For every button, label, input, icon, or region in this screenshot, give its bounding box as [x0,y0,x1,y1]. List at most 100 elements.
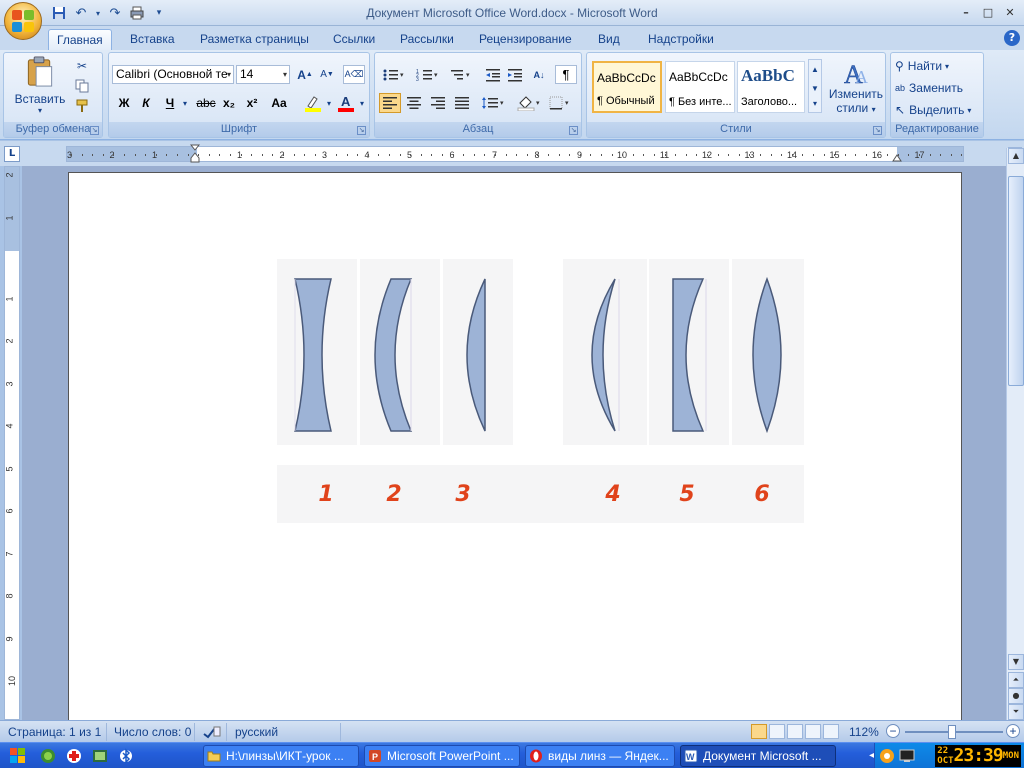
font-name-combo[interactable]: Calibri (Основной те ▾ [112,65,234,84]
vertical-scrollbar[interactable]: ▲ ▼ ⏶ ● ⏷ [1006,148,1024,720]
font-size-combo[interactable]: 14 ▾ [236,65,290,84]
quicklaunch-red-cross-icon[interactable] [66,748,82,764]
font-launcher-icon[interactable]: ↘ [357,126,366,135]
grow-font-button[interactable]: A ▲ [295,65,315,84]
style-normal[interactable]: AaBbCcDc ¶ Обычный [592,61,662,113]
close-button[interactable]: ✕ [1000,3,1020,21]
show-marks-icon[interactable]: ¶ [555,65,577,84]
increase-indent-icon[interactable] [505,65,525,84]
bold-button[interactable]: Ж [114,93,134,113]
next-page-button[interactable]: ⏷ [1008,704,1024,720]
clear-format-icon[interactable]: A⌫ [343,65,365,84]
select-browse-object-button[interactable]: ● [1008,688,1024,704]
help-icon[interactable]: ? [1004,30,1020,46]
zoom-out-button[interactable]: − [886,724,900,738]
print-layout-view-button[interactable] [751,724,767,739]
style-no-spacing[interactable]: AaBbCcDc ¶ Без инте... [665,61,735,113]
tray-opera-icon[interactable] [879,748,895,764]
zoom-in-button[interactable]: + [1006,724,1020,738]
taskbar-item-folder[interactable]: H:\линзы\ИКТ-урок ... [203,745,359,767]
tab-insert[interactable]: Вставка [122,29,183,50]
superscript-button[interactable]: x² [242,93,262,113]
highlight-dropdown-icon[interactable]: ▾ [325,93,333,113]
scroll-thumb[interactable] [1008,176,1024,386]
start-button[interactable] [0,743,36,768]
italic-button[interactable]: К [136,93,156,113]
replace-button[interactable]: ab Заменить [895,79,981,97]
clipboard-launcher-icon[interactable]: ↘ [90,126,99,135]
styles-launcher-icon[interactable]: ↘ [873,126,882,135]
format-painter-icon[interactable] [72,97,92,115]
maximize-button[interactable]: □ [978,3,998,21]
scroll-up-button[interactable]: ▲ [1008,148,1024,164]
taskbar-item-powerpoint[interactable]: P Microsoft PowerPoint ... [364,745,520,767]
cut-icon[interactable]: ✂ [72,57,92,75]
borders-button[interactable]: ▾ [547,93,577,113]
shading-button[interactable]: ▾ [515,93,545,113]
tab-review[interactable]: Рецензирование [471,29,580,50]
tab-home[interactable]: Главная [48,29,112,50]
word-count-status[interactable]: Число слов: 0 [114,725,191,739]
proofing-icon[interactable] [202,725,222,742]
tab-mailings[interactable]: Рассылки [392,29,462,50]
highlight-button[interactable] [302,93,324,113]
indent-marker[interactable] [189,143,201,165]
quicklaunch-app-icon[interactable] [92,748,108,764]
minimize-button[interactable]: – [956,3,976,21]
change-case-button[interactable]: Aa [267,93,291,113]
web-layout-view-button[interactable] [787,724,803,739]
zoom-slider-knob[interactable] [948,725,956,739]
paragraph-launcher-icon[interactable]: ↘ [569,126,578,135]
justify-button[interactable] [451,93,473,113]
vertical-ruler[interactable]: 211234567891011 [4,166,20,720]
change-styles-button[interactable]: AA Изменить стили ▾ [827,57,885,117]
quicklaunch-bluetooth-icon[interactable] [118,748,134,764]
office-button[interactable] [4,2,42,40]
tray-monitor-icon[interactable] [899,748,915,764]
numbering-button[interactable]: 1 2 3 ▾ [413,65,443,84]
styles-scroll-down-icon[interactable]: ▼ [811,84,819,93]
select-button[interactable]: ↖ Выделить ▾ [895,101,981,119]
tab-selector-button[interactable]: L [4,146,20,162]
bullets-button[interactable]: ▾ [379,65,409,84]
sort-icon[interactable]: A↓ [529,65,549,84]
clock[interactable]: 22 OCT23:39MON [935,745,1021,767]
styles-scroll[interactable]: ▲ ▼ ▾ [808,59,822,113]
document-area[interactable] [22,166,1006,720]
strikethrough-button[interactable]: abc [195,93,217,113]
tab-view[interactable]: Вид [590,29,628,50]
font-color-button[interactable]: A [335,93,357,113]
align-right-button[interactable] [427,93,449,113]
previous-page-button[interactable]: ⏶ [1008,672,1024,688]
find-button[interactable]: ⚲ Найти ▾ [895,57,981,75]
copy-icon[interactable] [72,77,92,95]
align-center-button[interactable] [403,93,425,113]
full-screen-reading-view-button[interactable] [769,724,785,739]
underline-button[interactable]: Ч [160,93,180,113]
draft-view-button[interactable] [823,724,839,739]
style-heading[interactable]: AaBbC Заголово... [737,61,805,113]
page-count-status[interactable]: Страница: 1 из 1 [8,725,101,739]
shrink-font-button[interactable]: A ▼ [317,65,337,84]
tab-addins[interactable]: Надстройки [640,29,722,50]
right-indent-marker[interactable] [892,153,902,163]
underline-dropdown-icon[interactable]: ▾ [180,93,190,113]
outline-view-button[interactable] [805,724,821,739]
align-left-button[interactable] [379,93,401,113]
document-page[interactable] [68,172,962,720]
language-status[interactable]: русский [235,725,278,739]
styles-scroll-up-icon[interactable]: ▲ [811,65,819,74]
taskbar-item-opera[interactable]: виды линз — Яндек... [525,745,675,767]
tab-page-layout[interactable]: Разметка страницы [192,29,317,50]
horizontal-ruler[interactable]: 3211234567891011121314151617 [66,146,964,162]
font-color-dropdown-icon[interactable]: ▾ [358,93,366,113]
line-spacing-button[interactable]: ▾ [479,93,509,113]
scroll-down-button[interactable]: ▼ [1008,654,1024,670]
zoom-level[interactable]: 112% [849,725,879,739]
taskbar-item-word[interactable]: W Документ Microsoft ... [680,745,836,767]
tab-references[interactable]: Ссылки [325,29,383,50]
styles-more-icon[interactable]: ▾ [813,99,817,108]
subscript-button[interactable]: x₂ [219,93,239,113]
multilevel-list-button[interactable]: ▾ [447,65,477,84]
paste-button[interactable]: Вставить ▾ [10,55,70,115]
